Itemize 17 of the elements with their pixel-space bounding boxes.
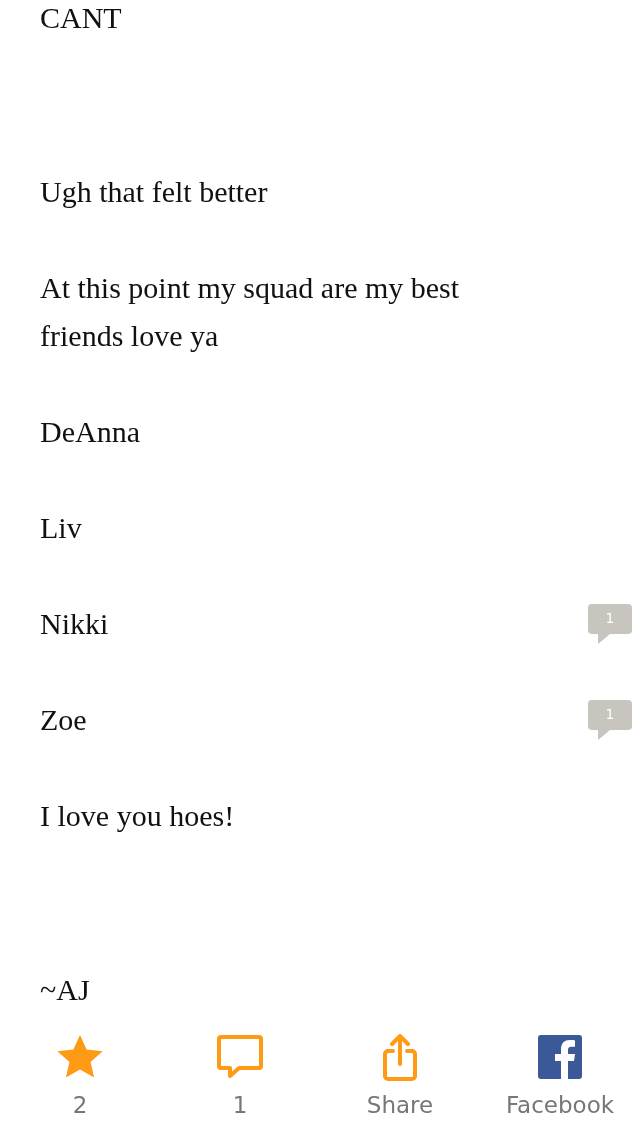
star-icon (56, 1034, 104, 1080)
paragraph: I love you hoes! (40, 798, 235, 834)
paragraph: ~AJ (40, 972, 90, 1008)
comment-icon (216, 1034, 264, 1080)
comment-button[interactable]: 1 (160, 1030, 320, 1136)
facebook-button[interactable]: Facebook (480, 1030, 640, 1136)
paragraph: At this point my squad are my best friends love ya (40, 270, 461, 354)
paragraph: Zoe (40, 702, 87, 738)
paragraph: Nikki (40, 606, 109, 642)
share-button[interactable]: Share (320, 1030, 480, 1136)
share-icon (382, 1033, 418, 1081)
paragraph: DeAnna (40, 414, 140, 450)
paragraph: Liv (40, 510, 82, 546)
paragraph: Ugh that felt better (40, 174, 268, 210)
facebook-icon (538, 1035, 582, 1079)
star-button[interactable]: 2 (0, 1030, 160, 1136)
paragraph: CANT (40, 0, 122, 36)
